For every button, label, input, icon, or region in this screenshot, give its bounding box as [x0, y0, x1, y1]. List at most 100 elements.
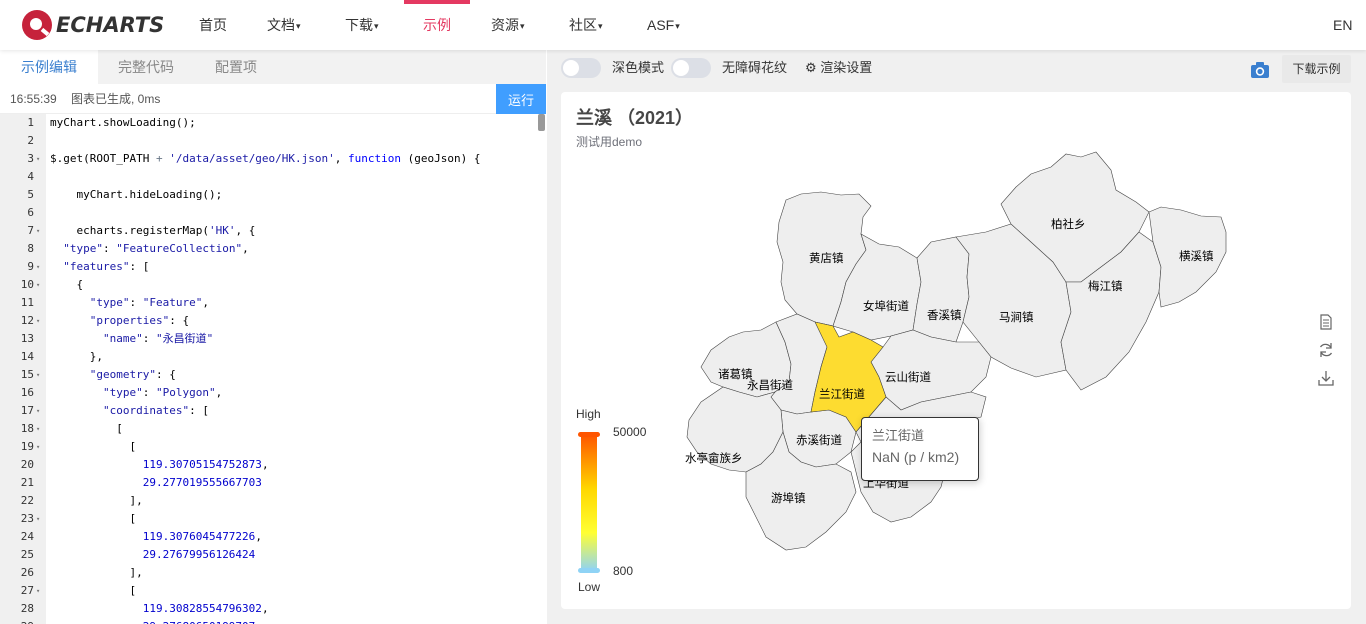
nav-community[interactable]: 社区▾: [569, 0, 603, 50]
region-label: 永昌街道: [747, 378, 793, 392]
line-number: 20: [20, 458, 34, 471]
chart-subtitle: 测试用demo: [576, 135, 643, 149]
fold-arrow-icon[interactable]: ▾: [36, 420, 40, 438]
code-line[interactable]: 13 "name": "永昌街道": [0, 330, 546, 348]
chart-title: 兰溪 （2021）: [576, 108, 694, 128]
fold-arrow-icon[interactable]: ▾: [36, 276, 40, 294]
tab-example-edit[interactable]: 示例编辑: [0, 50, 98, 84]
chart-panel: 深色模式 无障碍花纹 ⚙ 渲染设置 下载示例 柏社乡 横溪镇 黄店镇 梅江镇 女…: [547, 50, 1366, 624]
code-line[interactable]: 12 ▾ "properties": {: [0, 312, 546, 330]
echarts-logo-icon: [22, 10, 52, 40]
echarts-logo[interactable]: ECHARTS: [22, 9, 164, 41]
render-settings-button[interactable]: ⚙ 渲染设置: [805, 58, 872, 78]
decal-label: 无障碍花纹: [722, 60, 788, 75]
code-line[interactable]: 3 ▾ $.get(ROOT_PATH + '/data/asset/geo/HK.…: [0, 150, 546, 168]
decal-toggle[interactable]: [671, 58, 711, 78]
code-text: "properties": {: [89, 314, 190, 327]
line-number: 5: [27, 188, 34, 201]
code-line[interactable]: 29 29.27680650199707: [0, 618, 546, 624]
nav-home[interactable]: 首页: [199, 0, 227, 50]
code-line[interactable]: 11 "type": "Feature",: [0, 294, 546, 312]
code-text: "type": "FeatureCollection",: [63, 242, 249, 255]
code-line[interactable]: 21 29.277019555667703: [0, 474, 546, 492]
line-number: 18: [20, 422, 34, 435]
code-line[interactable]: 15 ▾ "geometry": {: [0, 366, 546, 384]
code-line[interactable]: 25 29.27679956126424: [0, 546, 546, 564]
visualmap-bottom-handle[interactable]: [578, 568, 600, 573]
code-editor[interactable]: 1 myChart.showLoading(); 2 3 ▾ $.get(ROOT_PAT…: [0, 114, 546, 624]
tab-full-code[interactable]: 完整代码: [118, 50, 174, 84]
code-line[interactable]: 26 ],: [0, 564, 546, 582]
language-switch[interactable]: EN: [1333, 0, 1352, 50]
tab-options[interactable]: 配置项: [215, 50, 257, 84]
code-line[interactable]: 28 119.30828554796302,: [0, 600, 546, 618]
line-number: 15: [20, 368, 34, 381]
code-line[interactable]: 17 ▾ "coordinates": [: [0, 402, 546, 420]
dark-mode-toggle[interactable]: [561, 58, 601, 78]
nav-examples[interactable]: 示例: [404, 0, 470, 50]
chevron-down-icon: ▾: [675, 21, 680, 31]
chevron-down-icon: ▾: [296, 21, 301, 31]
chevron-down-icon: ▾: [598, 21, 603, 31]
code-line[interactable]: 20 119.30705154752873,: [0, 456, 546, 474]
line-number: 4: [27, 170, 34, 183]
camera-icon[interactable]: [1250, 61, 1270, 79]
nav-asf[interactable]: ASF▾: [647, 0, 680, 50]
fold-arrow-icon[interactable]: ▾: [36, 222, 40, 240]
line-number: 29: [0, 618, 34, 624]
editor-scrollbar[interactable]: [538, 114, 545, 131]
code-line[interactable]: 14 },: [0, 348, 546, 366]
code-line[interactable]: 2: [0, 132, 546, 150]
fold-arrow-icon[interactable]: ▾: [36, 402, 40, 420]
region-label: 赤溪街道: [796, 433, 842, 447]
run-button[interactable]: 运行: [496, 84, 546, 114]
code-line[interactable]: 8 "type": "FeatureCollection",: [0, 240, 546, 258]
fold-arrow-icon[interactable]: ▾: [36, 312, 40, 330]
code-line[interactable]: 18 ▾ [: [0, 420, 546, 438]
fold-arrow-icon[interactable]: ▾: [36, 438, 40, 456]
map-region[interactable]: [912, 236, 970, 343]
editor-tabs: 示例编辑 完整代码 配置项: [0, 50, 546, 84]
code-line[interactable]: 19 ▾ [: [0, 438, 546, 456]
code-line[interactable]: 1 myChart.showLoading();: [0, 114, 546, 132]
code-line[interactable]: 5 myChart.hideLoading();: [0, 186, 546, 204]
code-text: 29.27680650199707: [50, 618, 256, 624]
code-line[interactable]: 4: [0, 168, 546, 186]
nav-resources[interactable]: 资源▾: [491, 0, 525, 50]
visualmap-gradient-bar[interactable]: [578, 432, 600, 573]
nav-docs[interactable]: 文档▾: [267, 0, 301, 50]
data-view-icon[interactable]: [1318, 314, 1334, 330]
code-line[interactable]: 24 119.3076045477226,: [0, 528, 546, 546]
code-text: 29.27679956126424: [142, 548, 256, 561]
code-line[interactable]: 6: [0, 204, 546, 222]
nav-download[interactable]: 下载▾: [345, 0, 379, 50]
fold-arrow-icon[interactable]: ▾: [36, 510, 40, 528]
code-line[interactable]: 10 ▾ {: [0, 276, 546, 294]
code-line[interactable]: 23 ▾ [: [0, 510, 546, 528]
save-image-icon[interactable]: [1318, 370, 1334, 386]
fold-arrow-icon[interactable]: ▾: [36, 582, 40, 600]
code-line[interactable]: 16 "type": "Polygon",: [0, 384, 546, 402]
top-navigation: ECHARTS 首页 文档▾ 下载▾ 示例 资源▾ 社区▾ ASF▾ EN: [0, 0, 1366, 50]
visualmap-top-handle[interactable]: [578, 432, 600, 437]
code-line[interactable]: 9 ▾ "features": [: [0, 258, 546, 276]
dark-mode-label: 深色模式: [612, 60, 665, 75]
region-label: 柏社乡: [1051, 217, 1086, 231]
region-label: 黄店镇: [809, 251, 844, 265]
code-text: echarts.registerMap('HK', {: [50, 224, 256, 237]
line-number: 3: [27, 152, 34, 165]
gear-icon: ⚙: [805, 60, 817, 75]
code-line[interactable]: 22 ],: [0, 492, 546, 510]
restore-icon[interactable]: [1318, 342, 1334, 358]
code-text: ],: [50, 566, 143, 579]
line-number: 26: [20, 566, 34, 579]
code-text: 119.30828554796302,: [142, 602, 269, 615]
code-text: $.get(ROOT_PATH + '/data/asset/geo/HK.js…: [50, 152, 481, 165]
code-line[interactable]: 27 ▾ [: [0, 582, 546, 600]
code-line[interactable]: 7 ▾ echarts.registerMap('HK', {: [0, 222, 546, 240]
fold-arrow-icon[interactable]: ▾: [36, 150, 40, 168]
fold-arrow-icon[interactable]: ▾: [36, 258, 40, 276]
download-example-button[interactable]: 下载示例: [1282, 55, 1351, 83]
code-text: {: [50, 278, 84, 291]
fold-arrow-icon[interactable]: ▾: [36, 366, 40, 384]
